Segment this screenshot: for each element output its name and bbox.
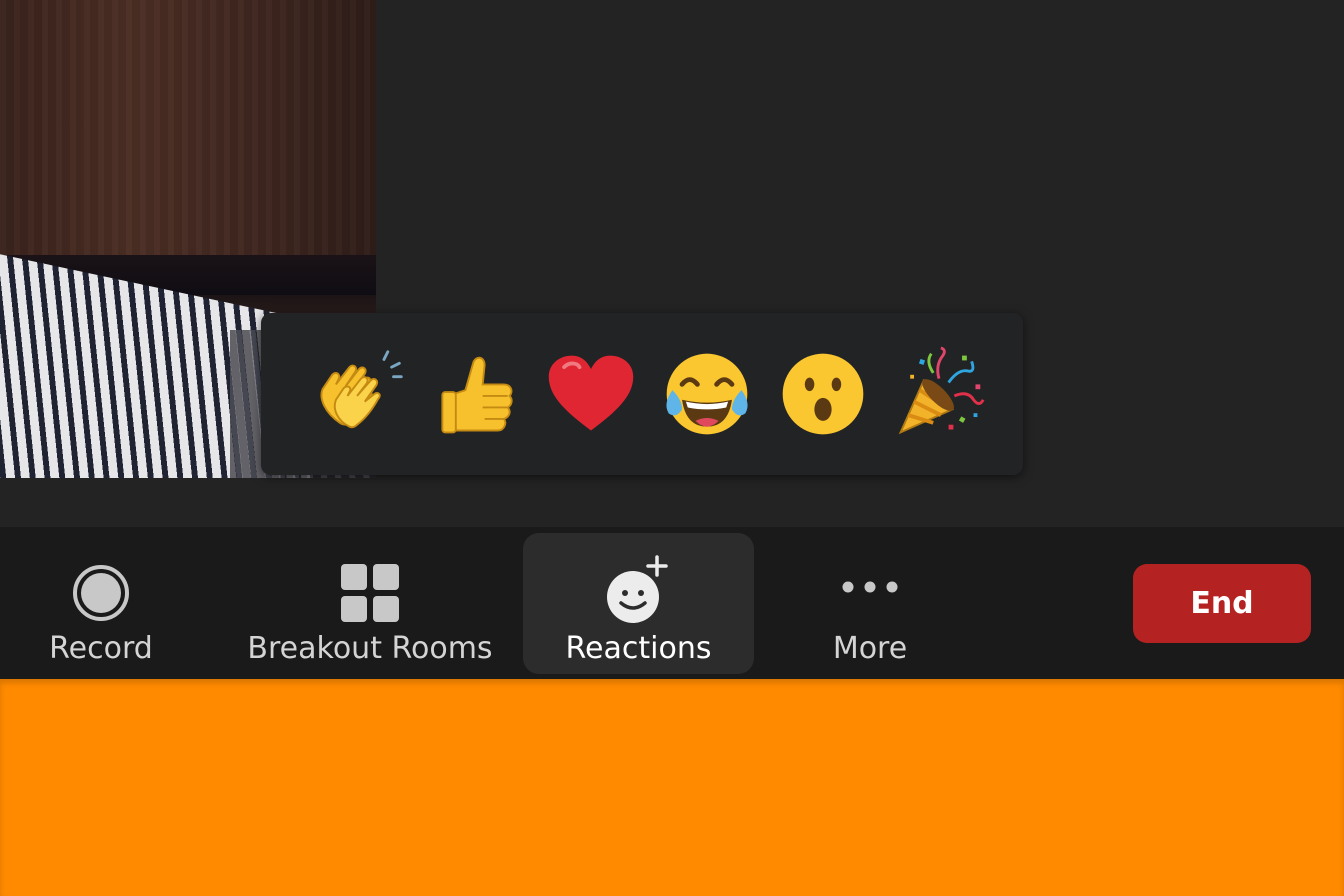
breakout-rooms-button[interactable]: Breakout Rooms <box>232 533 508 674</box>
reaction-celebrate-button[interactable] <box>881 336 997 452</box>
record-label: Record <box>49 631 153 666</box>
record-icon <box>71 533 131 623</box>
clapping-hands-icon <box>320 350 403 429</box>
open-mouth-icon <box>782 353 864 435</box>
reaction-laugh-button[interactable] <box>649 336 765 452</box>
party-popper-icon <box>898 346 985 435</box>
orange-accent-bar <box>0 679 1344 896</box>
reactions-button[interactable]: Reactions <box>523 533 754 674</box>
meeting-stage <box>0 0 1344 527</box>
more-dots-icon <box>840 533 900 623</box>
more-button[interactable]: More <box>790 533 950 674</box>
reaction-thumbs-up-button[interactable] <box>417 336 533 452</box>
tears-of-joy-icon <box>666 353 748 435</box>
breakout-rooms-icon <box>340 533 400 623</box>
thumbs-up-icon <box>441 356 513 434</box>
end-meeting-button[interactable]: End <box>1133 564 1311 643</box>
reaction-clap-button[interactable] <box>301 336 417 452</box>
more-label: More <box>832 631 908 666</box>
heart-icon <box>548 355 634 431</box>
record-button[interactable]: Record <box>0 533 202 674</box>
reaction-heart-button[interactable] <box>533 336 649 452</box>
add-reaction-icon <box>606 533 671 623</box>
reactions-label: Reactions <box>565 631 712 666</box>
video-background-wall <box>0 0 376 260</box>
breakout-rooms-label: Breakout Rooms <box>247 631 493 666</box>
reactions-popup <box>261 313 1023 475</box>
reaction-surprised-button[interactable] <box>765 336 881 452</box>
